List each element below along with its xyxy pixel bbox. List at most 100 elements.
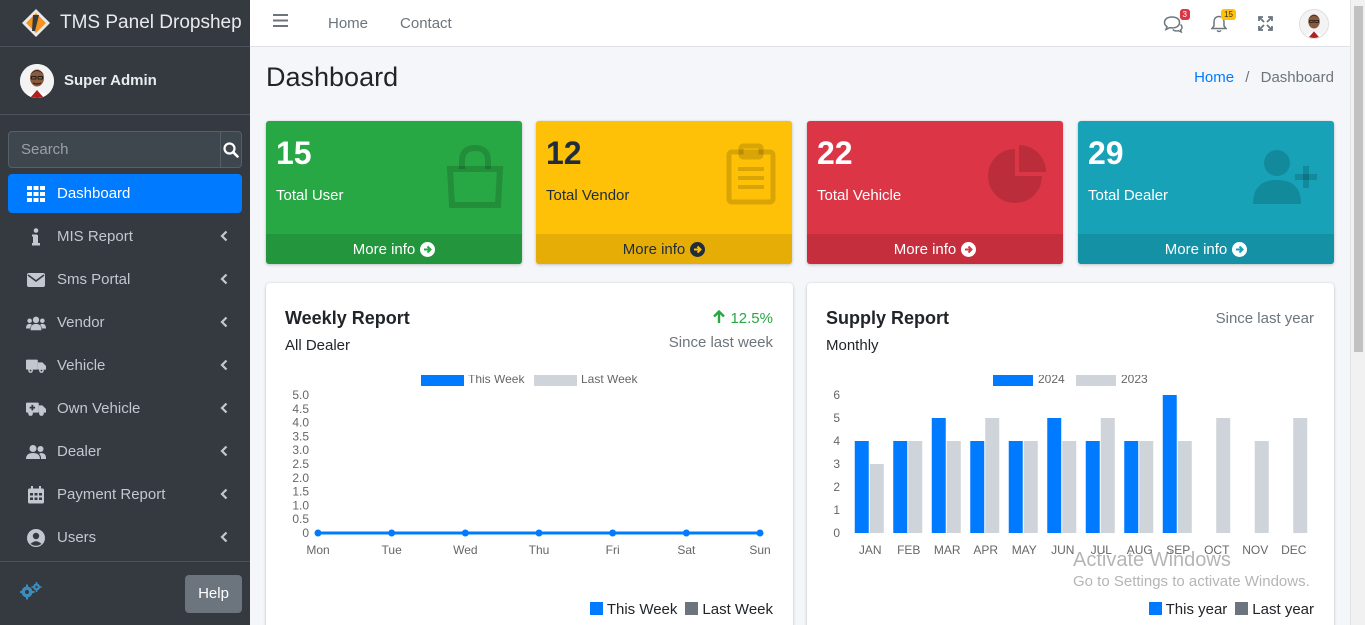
- cogs-icon[interactable]: [19, 582, 42, 605]
- sidebar-item-label: Sms Portal: [57, 271, 131, 288]
- avatar: [20, 63, 54, 98]
- sidebar-item-mis-report[interactable]: MIS Report: [8, 217, 242, 256]
- stat-label: Total Dealer: [1088, 187, 1169, 204]
- bar-2024: [1124, 441, 1139, 533]
- sidebar-item-dealer[interactable]: Dealer: [8, 432, 242, 471]
- chevron-left-icon: [220, 230, 228, 242]
- notifications-button[interactable]: 15: [1208, 8, 1236, 35]
- page-title: Dashboard: [266, 62, 399, 92]
- legend-swatch: [534, 375, 577, 386]
- user-circle-icon: [26, 528, 46, 548]
- more-info-link[interactable]: More info: [1078, 234, 1334, 264]
- x-tick-label: MAR: [934, 543, 961, 557]
- fullscreen-button[interactable]: [1254, 13, 1276, 35]
- watermark-title: Activate Windows: [1073, 549, 1231, 571]
- bar-2023: [1293, 418, 1308, 533]
- help-button[interactable]: Help: [185, 574, 242, 613]
- breadcrumb-current: Dashboard: [1260, 69, 1334, 86]
- y-tick-label: 0: [302, 526, 309, 540]
- y-tick-label: 4: [833, 434, 840, 448]
- legend-item-last-year: Last year: [1235, 601, 1314, 618]
- bar-2024: [931, 418, 946, 533]
- y-tick-label: 2.0: [292, 471, 309, 485]
- user-name: Super Admin: [64, 72, 157, 89]
- data-point: [682, 529, 690, 537]
- legend-item-last-week: Last Week: [685, 601, 773, 618]
- user-avatar-button[interactable]: [1300, 9, 1328, 38]
- legend-swatch: [993, 375, 1033, 386]
- more-info-link[interactable]: More info: [536, 234, 792, 264]
- chevron-left-icon: [220, 316, 228, 328]
- x-tick-label: FEB: [897, 543, 920, 557]
- nav-link-home[interactable]: Home: [328, 15, 368, 32]
- x-tick-label: Wed: [453, 543, 477, 557]
- more-info-link[interactable]: More info: [266, 234, 522, 264]
- breadcrumb-home[interactable]: Home: [1194, 69, 1234, 86]
- menu-toggle-icon[interactable]: [273, 14, 289, 32]
- y-tick-label: 5.0: [292, 388, 309, 402]
- y-tick-label: 1: [833, 503, 840, 517]
- messages-badge: 3: [1179, 8, 1190, 20]
- more-info-label: More info: [622, 240, 686, 258]
- nav-link-contact[interactable]: Contact: [400, 15, 452, 32]
- sidebar-item-payment-report[interactable]: Payment Report: [8, 475, 242, 514]
- sidebar-item-label: Users: [57, 529, 97, 546]
- data-point: [461, 529, 469, 537]
- sidebar-item-sms-portal[interactable]: Sms Portal: [8, 260, 242, 299]
- stat-value: 29: [1088, 135, 1124, 171]
- arrow-circle-right-icon: [690, 241, 706, 257]
- data-point: [535, 529, 543, 537]
- sidebar-nav: Dashboard MIS Report Sms Portal Vendor V…: [0, 174, 250, 557]
- sidebar-item-vendor[interactable]: Vendor: [8, 303, 242, 342]
- user-panel[interactable]: Super Admin: [0, 47, 250, 115]
- bottom-legend: This Week Last Week: [589, 601, 773, 618]
- top-navbar: Home Contact 3 15: [250, 0, 1350, 47]
- stat-box-total-vendor: 12 Total Vendor More info: [536, 121, 792, 264]
- calendar-icon: [26, 485, 46, 505]
- sidebar-item-dashboard[interactable]: Dashboard: [8, 174, 242, 213]
- y-tick-label: 1.0: [292, 498, 309, 512]
- messages-button[interactable]: 3: [1162, 8, 1190, 35]
- sidebar-item-vehicle[interactable]: Vehicle: [8, 346, 242, 385]
- arrow-up-icon: [712, 309, 726, 327]
- y-tick-label: 0.5: [292, 512, 309, 526]
- y-tick-label: 0: [833, 526, 840, 540]
- x-tick-label: APR: [973, 543, 998, 557]
- arrow-circle-right-icon: [1232, 241, 1248, 257]
- navbar-right: 3 15: [1138, 0, 1328, 47]
- legend-item-this-year: This year: [1148, 601, 1227, 618]
- sidebar-item-label: Vehicle: [57, 357, 106, 374]
- page-scrollbar[interactable]: [1350, 0, 1365, 625]
- main-sidebar: TMS Panel Dropshep Super Admin Search Da…: [0, 0, 250, 625]
- brand-link[interactable]: TMS Panel Dropshep: [0, 0, 250, 47]
- more-info-link[interactable]: More info: [807, 234, 1063, 264]
- bar-2023: [946, 441, 961, 533]
- y-tick-label: 3: [833, 457, 840, 471]
- search-button[interactable]: [220, 132, 241, 167]
- sidebar-item-label: Vendor: [57, 314, 105, 331]
- watermark-subtitle: Go to Settings to activate Windows.: [1073, 573, 1310, 590]
- scrollbar-thumb[interactable]: [1354, 6, 1363, 352]
- x-tick-label: JAN: [859, 543, 882, 557]
- bar-2023: [869, 464, 884, 533]
- stat-label: Total Vendor: [546, 187, 630, 204]
- chevron-left-icon: [220, 445, 228, 457]
- sidebar-item-own-vehicle[interactable]: Own Vehicle: [8, 389, 242, 428]
- breadcrumb-separator: /: [1245, 69, 1250, 86]
- x-tick-label: Thu: [529, 543, 550, 557]
- weekly-line-chart: This Week Last Week 00.51.01.52.02.53.03.5…: [292, 375, 771, 557]
- more-info-label: More info: [1164, 240, 1228, 258]
- legend-item-this-week: This Week: [589, 601, 677, 618]
- y-tick-label: 3.5: [292, 429, 309, 443]
- shopping-bag-icon: [446, 144, 504, 208]
- card-subtitle: Monthly: [826, 337, 879, 354]
- search-input[interactable]: [9, 132, 220, 167]
- card-stat: Since last year: [1216, 307, 1314, 331]
- stat-label: Total Vehicle: [817, 187, 902, 204]
- legend-label: This Week: [468, 375, 525, 386]
- sidebar-item-users[interactable]: Users: [8, 518, 242, 557]
- bar-2024: [854, 441, 869, 533]
- legend-swatch: [421, 375, 464, 386]
- card-subtitle: All Dealer: [285, 337, 351, 354]
- arrow-circle-right-icon: [961, 241, 977, 257]
